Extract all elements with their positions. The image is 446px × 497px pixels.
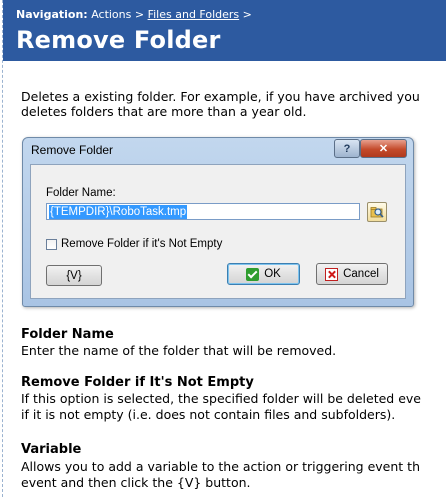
close-icon: ✕ [378,143,389,155]
intro-line-1: Deletes a existing folder. For example, … [21,89,420,104]
folder-browse-icon [370,207,384,218]
folder-name-value: {TEMPDIR}\RoboTask.tmp [49,205,188,219]
intro-line-2: deletes folders that are more than a yea… [21,104,307,119]
section-text: Enter the name of the folder that will b… [21,343,337,358]
remove-if-not-empty-checkbox[interactable] [46,239,57,250]
remove-if-not-empty-label: Remove Folder if it's Not Empty [61,238,223,250]
help-button[interactable]: ? [334,139,360,158]
nav-separator: > [134,8,145,21]
page-title: Remove Folder [16,26,221,54]
close-button[interactable]: ✕ [360,139,407,158]
nav-link-files-and-folders[interactable]: Files and Folders [148,8,240,21]
section-text: If this option is selected, the specifie… [21,391,421,406]
nav-label: Navigation: [16,8,88,21]
dialog-title: Remove Folder [31,143,114,157]
section-heading: Folder Name [21,327,114,342]
page-header: Navigation: Actions > Files and Folders … [3,0,446,61]
breadcrumb: Navigation: Actions > Files and Folders … [16,8,252,21]
page-border [2,0,4,497]
section-text: Allows you to add a variable to the acti… [21,459,420,474]
variable-button[interactable]: {V} [46,265,102,286]
folder-name-label: Folder Name: [46,187,116,199]
check-icon [246,267,260,281]
variable-button-label: {V} [66,269,82,282]
nav-item-actions[interactable]: Actions [91,8,131,21]
nav-separator: > [242,8,252,21]
section-text: if it is not empty (i.e. does not contai… [21,407,396,422]
cancel-button[interactable]: Cancel [316,263,388,285]
ok-button-label: OK [264,268,281,280]
section-heading: Remove Folder if It's Not Empty [21,375,254,390]
browse-button[interactable] [367,202,387,222]
section-text: event and then click the {V} button. [21,475,251,490]
folder-name-input[interactable]: {TEMPDIR}\RoboTask.tmp [46,203,360,220]
cancel-button-label: Cancel [343,268,379,280]
ok-button[interactable]: OK [227,263,300,285]
dialog-client-area: Folder Name: {TEMPDIR}\RoboTask.tmp Remo… [30,164,406,299]
section-heading: Variable [21,442,82,457]
remove-folder-dialog: Remove Folder ? ✕ Folder Name: {TEMPDIR}… [22,137,414,307]
cancel-x-icon [325,267,339,281]
